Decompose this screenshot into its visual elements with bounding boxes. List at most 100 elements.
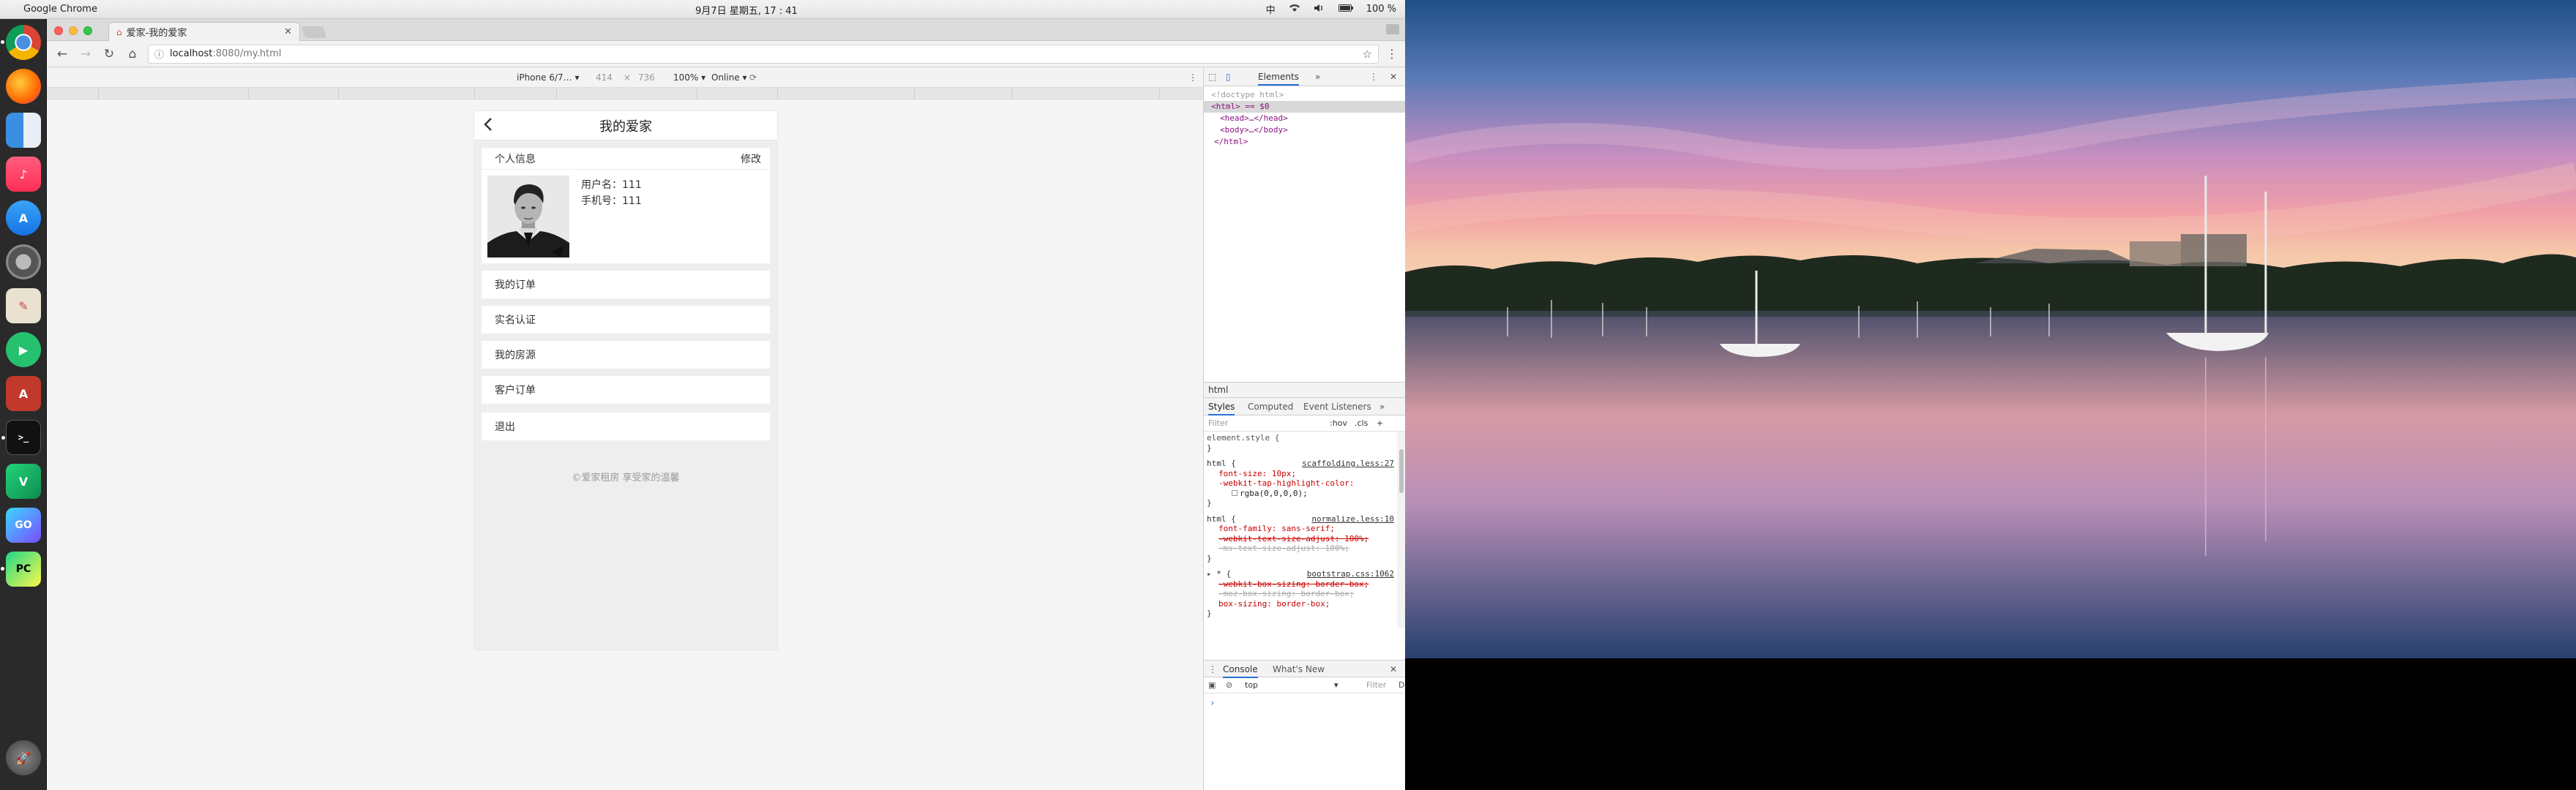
home-icon[interactable]: ⌂ bbox=[124, 47, 141, 61]
hov-toggle[interactable]: :hov bbox=[1330, 418, 1347, 428]
breadcrumb: html bbox=[1204, 382, 1405, 398]
bookmark-star-icon[interactable]: ☆ bbox=[1363, 48, 1372, 61]
input-method-indicator[interactable]: 中 bbox=[1266, 2, 1276, 16]
browser-tab[interactable]: ⌂ 爱家-我的爱家 ✕ bbox=[108, 22, 300, 41]
style-property[interactable]: font-family: sans-serif; bbox=[1207, 524, 1394, 534]
profile-icon[interactable] bbox=[1386, 24, 1399, 34]
zoom-select[interactable]: 100% ▾ bbox=[673, 72, 705, 83]
goland-dock-icon[interactable]: GO bbox=[6, 508, 41, 543]
device-height[interactable]: 736 bbox=[638, 72, 655, 83]
tab-computed[interactable]: Computed bbox=[1248, 402, 1293, 412]
edit-profile-link[interactable]: 修改 bbox=[741, 151, 761, 166]
element-style-rule[interactable]: element.style { bbox=[1207, 433, 1394, 443]
tab-styles[interactable]: Styles bbox=[1208, 402, 1235, 415]
tab-console[interactable]: Console bbox=[1223, 664, 1258, 678]
menu-item-customer-orders[interactable]: 客户订单 bbox=[482, 376, 770, 404]
style-property[interactable]: font-size: 10px; bbox=[1207, 469, 1394, 479]
music-dock-icon[interactable]: ♪ bbox=[6, 157, 41, 192]
menu-item-real-name-auth[interactable]: 实名认证 bbox=[482, 306, 770, 334]
head-node[interactable]: <head>…</head> bbox=[1204, 113, 1405, 124]
styles-scrollbar[interactable] bbox=[1397, 432, 1405, 628]
wifi-icon[interactable] bbox=[1289, 4, 1300, 15]
tab-event-listeners[interactable]: Event Listeners bbox=[1303, 402, 1371, 412]
close-devtools-icon[interactable]: ✕ bbox=[1390, 72, 1397, 82]
menu-item-my-listings[interactable]: 我的房源 bbox=[482, 341, 770, 369]
html-node[interactable]: <html> == $0 bbox=[1204, 101, 1405, 113]
pycharm-dock-icon[interactable]: PC bbox=[1, 552, 41, 587]
chrome-dock-icon[interactable] bbox=[1, 25, 41, 60]
color-swatch-icon[interactable] bbox=[1232, 489, 1238, 496]
rotate-icon[interactable]: ⟳ bbox=[749, 72, 757, 83]
logout-button[interactable]: 退出 bbox=[482, 413, 770, 440]
tab-elements[interactable]: Elements bbox=[1258, 72, 1299, 86]
clear-console-icon[interactable]: ⊘ bbox=[1226, 680, 1232, 690]
style-property-invalid[interactable]: -moz-box-sizing: border-box; bbox=[1207, 589, 1394, 599]
avatar[interactable] bbox=[487, 176, 569, 257]
html-close-node[interactable]: </html> bbox=[1204, 136, 1405, 148]
devtools-menu-icon[interactable]: ⋮ bbox=[1369, 72, 1378, 82]
minimize-window-button[interactable] bbox=[69, 26, 78, 35]
launchpad-dock-icon[interactable]: 🚀 bbox=[6, 740, 41, 775]
battery-icon[interactable] bbox=[1338, 4, 1353, 15]
device-toolbar-menu-icon[interactable]: ⋮ bbox=[1188, 72, 1197, 83]
style-property-overridden[interactable]: -webkit-box-sizing: border-box; bbox=[1218, 579, 1368, 589]
device-select[interactable]: iPhone 6/7… ▾ bbox=[517, 72, 579, 83]
drawer-menu-icon[interactable]: ⋮ bbox=[1208, 664, 1217, 674]
back-arrow-icon[interactable]: ← bbox=[54, 47, 70, 61]
style-property-value[interactable]: rgba(0,0,0,0); bbox=[1240, 489, 1308, 498]
back-chevron-icon[interactable] bbox=[483, 116, 493, 137]
volume-icon[interactable] bbox=[1314, 4, 1325, 15]
house-favicon-icon: ⌂ bbox=[116, 26, 122, 37]
device-mode-icon[interactable]: ▯ bbox=[1226, 72, 1231, 82]
media-query-ruler[interactable] bbox=[47, 88, 1203, 99]
console-context-select[interactable]: top ▾ bbox=[1245, 680, 1341, 690]
doctype-node[interactable]: <!doctype html> bbox=[1204, 89, 1405, 101]
text-editor-dock-icon[interactable]: ✎ bbox=[6, 288, 41, 323]
info-icon[interactable]: ⓘ bbox=[154, 47, 164, 61]
maximize-window-button[interactable] bbox=[83, 26, 92, 35]
console-filter-input[interactable]: Filter bbox=[1366, 680, 1386, 690]
finder-dock-icon[interactable] bbox=[6, 113, 41, 148]
breadcrumb-html[interactable]: html bbox=[1208, 385, 1228, 395]
body-node[interactable]: <body>…</body> bbox=[1204, 124, 1405, 136]
console-prompt[interactable]: › bbox=[1210, 698, 1215, 708]
close-drawer-icon[interactable]: ✕ bbox=[1390, 664, 1397, 674]
rule-source-link[interactable]: bootstrap.css:1062 bbox=[1307, 569, 1394, 579]
styles-filter-input[interactable]: Filter bbox=[1208, 418, 1228, 428]
rule-source-link[interactable]: normalize.less:10 bbox=[1311, 514, 1394, 524]
chrome-menu-icon[interactable]: ⋮ bbox=[1386, 47, 1398, 61]
close-window-button[interactable] bbox=[54, 26, 63, 35]
forward-arrow-icon[interactable]: → bbox=[78, 47, 94, 61]
menu-item-my-orders[interactable]: 我的订单 bbox=[482, 271, 770, 298]
new-style-rule-button[interactable]: + bbox=[1377, 418, 1383, 428]
firefox-dock-icon[interactable] bbox=[6, 69, 41, 104]
network-select[interactable]: Online ▾ bbox=[711, 72, 747, 83]
style-property[interactable]: box-sizing: border-box; bbox=[1207, 599, 1394, 609]
device-width[interactable]: 414 bbox=[596, 72, 613, 83]
new-tab-button[interactable] bbox=[301, 26, 327, 38]
rule-source-link[interactable]: scaffolding.less:27 bbox=[1302, 459, 1394, 469]
system-preferences-dock-icon[interactable] bbox=[6, 244, 41, 279]
terminal-dock-icon[interactable]: >_ bbox=[1, 420, 41, 455]
app-store-dock-icon[interactable]: A bbox=[6, 200, 41, 236]
media-player-dock-icon[interactable]: ▶ bbox=[6, 332, 41, 367]
address-bar[interactable]: ⓘ localhost:8080/my.html ☆ bbox=[148, 44, 1379, 64]
reload-icon[interactable]: ↻ bbox=[101, 47, 117, 61]
style-property-overridden[interactable]: -webkit-text-size-adjust: 100%; bbox=[1218, 534, 1368, 543]
more-subtabs-button[interactable]: » bbox=[1379, 402, 1385, 412]
vim-dock-icon[interactable]: V bbox=[6, 464, 41, 499]
console-levels-select[interactable]: D bbox=[1399, 680, 1404, 690]
close-tab-icon[interactable]: ✕ bbox=[284, 26, 292, 37]
more-tabs-button[interactable]: » bbox=[1315, 72, 1320, 82]
clock[interactable]: 9月7日 星期五, 17 : 41 bbox=[673, 3, 820, 17]
console-sidebar-icon[interactable]: ▣ bbox=[1208, 680, 1216, 690]
style-property-invalid[interactable]: -ms-text-size-adjust: 100%; bbox=[1207, 543, 1394, 554]
acrobat-dock-icon[interactable]: A bbox=[6, 376, 41, 411]
inspect-element-icon[interactable]: ⬚ bbox=[1208, 72, 1216, 82]
tab-whats-new[interactable]: What's New bbox=[1273, 664, 1325, 674]
style-property[interactable]: -webkit-tap-highlight-color: bbox=[1207, 478, 1394, 489]
cls-toggle[interactable]: .cls bbox=[1355, 418, 1368, 428]
expand-triangle-icon[interactable]: ▸ bbox=[1207, 569, 1216, 579]
app-name[interactable]: Google Chrome bbox=[23, 4, 97, 15]
zoom-value: 100% bbox=[673, 72, 699, 83]
